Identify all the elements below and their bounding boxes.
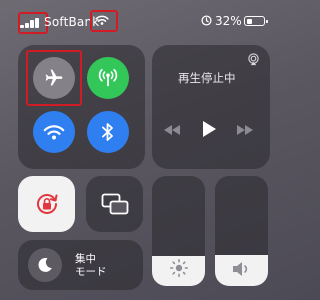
status-bar: SoftBank 32% — [0, 0, 287, 36]
rewind-icon[interactable] — [164, 125, 180, 135]
focus-icon-circle — [28, 248, 62, 282]
wifi-icon — [95, 15, 109, 25]
focus-label-line2: モード — [75, 266, 107, 278]
battery-icon — [244, 16, 268, 26]
focus-label-line1: 集中 — [75, 253, 96, 265]
screen-mirroring-button[interactable] — [86, 176, 143, 232]
airplay-icon[interactable] — [247, 53, 260, 66]
focus-mode-label: 集中 モード — [75, 253, 107, 279]
moon-icon — [38, 257, 52, 272]
play-icon[interactable] — [202, 121, 216, 137]
alarm-icon — [201, 15, 212, 26]
bluetooth-icon — [102, 123, 113, 141]
signal-icon — [20, 17, 42, 28]
sun-icon — [170, 259, 188, 277]
fast-forward-icon[interactable] — [237, 125, 253, 135]
screen-mirroring-icon — [101, 193, 128, 215]
brightness-slider[interactable] — [152, 176, 205, 286]
battery-percent: 32% — [215, 14, 242, 28]
bluetooth-button[interactable] — [87, 111, 129, 153]
rotation-lock-button[interactable] — [18, 176, 75, 232]
cellular-data-button[interactable] — [87, 57, 129, 99]
media-title: 再生停止中 — [178, 71, 236, 85]
battery-cap — [266, 19, 268, 23]
antenna-icon — [98, 68, 118, 87]
battery-level — [246, 18, 252, 24]
wifi-button[interactable] — [33, 111, 75, 153]
airplane-highlight — [26, 50, 82, 106]
speaker-icon — [233, 262, 248, 276]
volume-slider[interactable] — [215, 176, 268, 286]
wifi-icon — [43, 125, 65, 140]
rotation-lock-icon — [36, 194, 57, 214]
